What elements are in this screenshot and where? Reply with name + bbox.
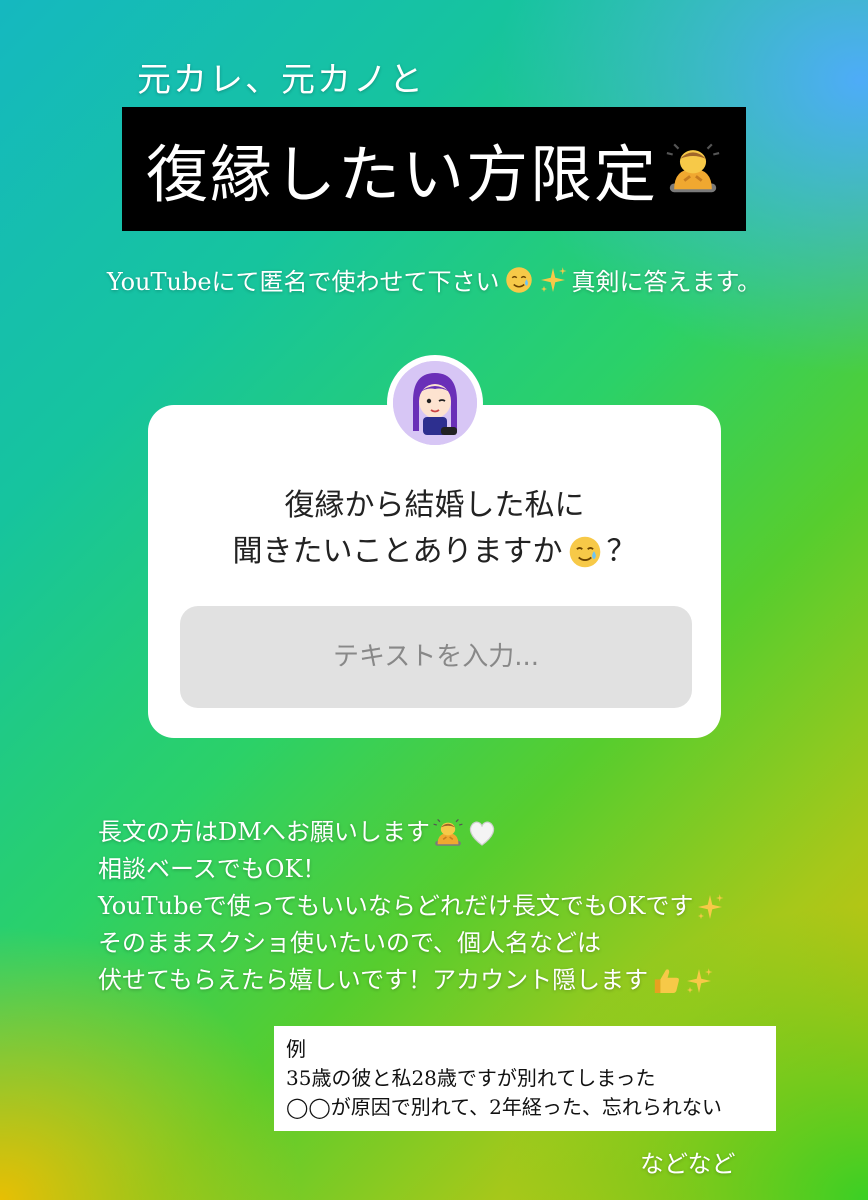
notes-line-3: YouTubeで使ってもいいならどれだけ長文でもOKです bbox=[98, 888, 725, 925]
person-bowing-icon bbox=[432, 817, 464, 849]
example-box: 例 35歳の彼と私28歳ですが別れてしまった ◯◯が原因で別れて、2年経った、忘… bbox=[274, 1026, 776, 1131]
sparkles-icon bbox=[538, 265, 568, 295]
thumbs-up-icon bbox=[650, 965, 682, 997]
question-line-2: 聞きたいことありますか ？ bbox=[148, 529, 721, 575]
white-heart-icon bbox=[466, 817, 498, 849]
page-title: 復縁したい方限定 bbox=[145, 138, 658, 211]
notes-line-5: 伏せてもらえたら嬉しいです！アカウント隠します bbox=[98, 962, 725, 999]
sparkles-icon bbox=[684, 966, 714, 996]
notes-line-5-text: 伏せてもらえたら嬉しいです！アカウント隠します bbox=[98, 966, 649, 994]
smiling-face-with-tear-icon bbox=[504, 265, 534, 295]
question-line-2-text: 聞きたいことありますか bbox=[232, 534, 563, 569]
question-line-1: 復縁から結婚した私に bbox=[284, 488, 585, 523]
question-text: 復縁から結婚した私に 聞きたいことありますか ？ bbox=[148, 483, 721, 575]
title-banner: 復縁したい方限定 bbox=[122, 107, 746, 231]
example-label: 例 bbox=[286, 1037, 306, 1061]
notes-line-1: 長文の方はDMへお願いします bbox=[98, 814, 725, 851]
sparkles-icon bbox=[695, 892, 725, 922]
notes-line-1-text: 長文の方はDMへお願いします bbox=[98, 818, 430, 846]
notes-line-3-text: YouTubeで使ってもいいならどれだけ長文でもOKです bbox=[98, 892, 694, 920]
subtitle-text: YouTubeにて匿名で使わせて下さい bbox=[106, 268, 500, 296]
top-line-text: 元カレ、元カノと bbox=[137, 60, 425, 100]
etc-text: などなど bbox=[640, 1150, 736, 1178]
subtitle: YouTubeにて匿名で使わせて下さい 真剣に答えます。 bbox=[0, 262, 868, 297]
example-line-2: ◯◯が原因で別れて、2年経った、忘れられない bbox=[286, 1095, 722, 1119]
notes-line-4: そのままスクショ使いたいので、個人名などは bbox=[98, 925, 725, 962]
subtitle-text-after: 真剣に答えます。 bbox=[571, 268, 762, 296]
question-sticker: 復縁から結婚した私に 聞きたいことありますか ？ bbox=[148, 405, 721, 738]
person-bowing-icon bbox=[664, 140, 722, 198]
smiling-face-with-tear-icon bbox=[567, 534, 603, 570]
avatar bbox=[387, 355, 483, 451]
question-mark: ？ bbox=[606, 534, 637, 569]
avatar-image bbox=[393, 361, 477, 445]
notes-text: 長文の方はDMへお願いします 相談ベースでもOK！ YouTubeで使ってもいい… bbox=[98, 814, 725, 999]
answer-input[interactable] bbox=[180, 606, 692, 708]
notes-line-2: 相談ベースでもOK！ bbox=[98, 851, 725, 888]
example-line-1: 35歳の彼と私28歳ですが別れてしまった bbox=[286, 1066, 656, 1090]
notes-line-4-text: そのままスクショ使いたいので、個人名などは bbox=[98, 929, 602, 957]
notes-line-2-text: 相談ベースでもOK！ bbox=[98, 855, 327, 883]
